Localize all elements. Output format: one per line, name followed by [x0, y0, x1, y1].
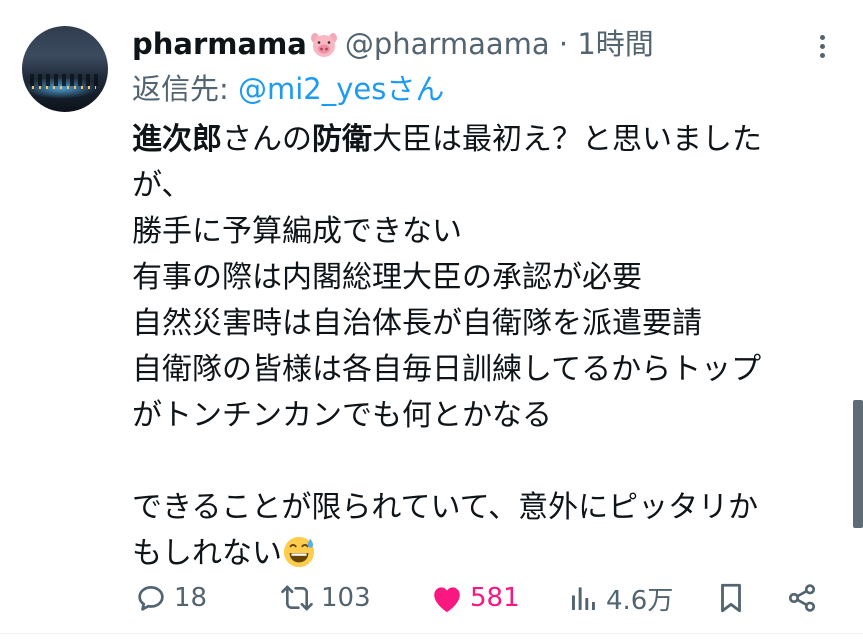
reply-button[interactable]: 18 [134, 570, 207, 626]
post-text-segment: 自衛隊の皆様は各自毎日訓練してるからトップ [132, 352, 762, 387]
post-text-bold: 防衛 [312, 122, 372, 157]
reply-prefix: 返信先: [132, 72, 238, 106]
post-text-line: 勝手に予算編成できない [132, 209, 842, 255]
reply-icon [138, 586, 164, 611]
grinning-face-with-sweat-icon [283, 536, 315, 568]
scrollbar[interactable] [853, 400, 863, 528]
views-count: 4.6万 [606, 585, 674, 616]
views-chart-icon [572, 587, 595, 610]
action-bar: 18 103 581 4.6万 [0, 570, 863, 626]
repost-icon [281, 585, 313, 611]
more-options-icon[interactable] [812, 32, 832, 62]
reply-mention-link[interactable]: @mi2_yesさん [238, 72, 444, 106]
post-text-segment: できることが限られていて、意外にピッタリか [132, 490, 759, 525]
post-time[interactable]: 1時間 [577, 27, 653, 61]
reply-count: 18 [174, 583, 208, 613]
like-button[interactable]: 581 [430, 570, 520, 626]
author-avatar[interactable] [22, 26, 108, 112]
bookmark-button[interactable] [716, 570, 746, 626]
post-text-line: 自然災害時は自治体長が自衛隊を派遣要請 [132, 301, 842, 347]
post-body: 進次郎さんの防衛大臣は最初え？と思いましたが、勝手に予算編成できない有事の際は内… [132, 117, 842, 577]
post-text-segment: が、 [132, 168, 192, 203]
post-text-segment: がトンチンカンでも何とかなる [132, 398, 552, 433]
post-header: pharmama @pharmaama · 1時間 [132, 22, 654, 66]
author-handle[interactable]: @pharmaama [345, 27, 550, 61]
reply-context: 返信先: @mi2_yesさん [132, 67, 444, 111]
repost-button[interactable]: 103 [279, 570, 371, 626]
avatar-lights [32, 86, 96, 89]
post-text-line: がトンチンカンでも何とかなる [132, 393, 842, 439]
heart-icon [434, 587, 460, 613]
post-text-bold: 進次郎 [132, 122, 222, 157]
post-text-line: できることが限られていて、意外にピッタリか [132, 485, 842, 531]
post-text-line: 進次郎さんの防衛大臣は最初え？と思いました [132, 117, 842, 163]
pig-face-icon [310, 33, 337, 57]
post-text-segment: 有事の際は内閣総理大臣の承認が必要 [132, 260, 642, 295]
post-text-line: 自衛隊の皆様は各自毎日訓練してるからトップ [132, 347, 842, 393]
share-icon [788, 584, 816, 612]
post-text-line: 有事の際は内閣総理大臣の承認が必要 [132, 255, 842, 301]
post-text-segment: さんの [222, 122, 312, 157]
bookmark-icon [721, 583, 741, 613]
post-text-line [132, 439, 842, 485]
post-text-line: が、 [132, 163, 842, 209]
views-button[interactable]: 4.6万 [568, 570, 673, 626]
like-count: 581 [470, 583, 520, 613]
post-text-segment: もしれない [132, 536, 282, 571]
post-text-segment: 自然災害時は自治体長が自衛隊を派遣要請 [132, 306, 702, 341]
post-text-segment: 勝手に予算編成できない [132, 214, 462, 249]
author-name[interactable]: pharmama [132, 27, 307, 61]
avatar-scenery [30, 74, 100, 86]
share-button[interactable] [786, 570, 818, 626]
header-separator: · [558, 27, 569, 61]
divider [0, 633, 863, 634]
repost-count: 103 [321, 583, 371, 613]
post-text-segment: 大臣は最初え？と思いました [372, 122, 762, 157]
